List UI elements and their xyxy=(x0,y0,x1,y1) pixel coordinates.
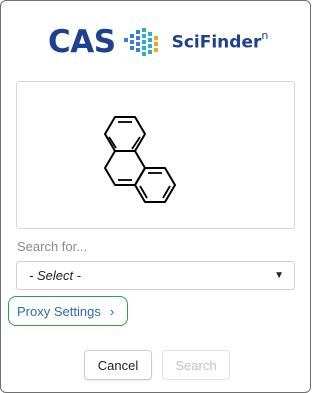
select-value: - Select - xyxy=(29,268,82,283)
search-button[interactable]: Search xyxy=(162,350,230,380)
structure-drawing-panel[interactable] xyxy=(16,81,295,229)
search-for-select[interactable]: - Select - ▼ xyxy=(16,261,295,290)
logo-bar: CAS SciFindern xyxy=(48,19,270,65)
proxy-settings-link[interactable]: Proxy Settings › xyxy=(8,296,128,326)
phenanthrene-structure-icon xyxy=(104,116,176,203)
dropdown-arrow-icon: ▼ xyxy=(274,270,284,281)
chevron-right-icon: › xyxy=(109,303,115,319)
cancel-button[interactable]: Cancel xyxy=(84,350,152,380)
scifinder-logo-text: SciFindern xyxy=(171,29,269,53)
cas-logo-text: CAS xyxy=(48,24,116,60)
proxy-settings-label: Proxy Settings xyxy=(17,303,101,319)
dialog-frame: CAS SciFindern Search for... - Select - … xyxy=(0,0,311,393)
cas-logo-mark-icon xyxy=(123,28,158,56)
search-for-label: Search for... xyxy=(17,239,88,254)
